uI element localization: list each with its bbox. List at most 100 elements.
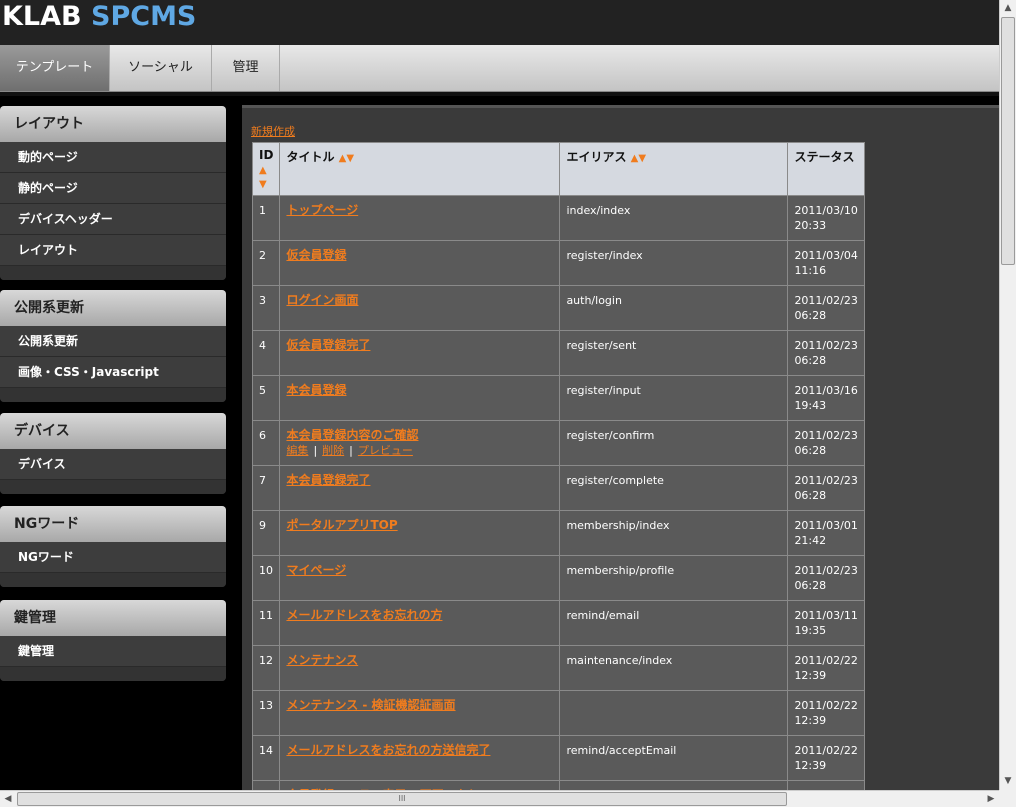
table-row: 13 メンテナンス - 検証機認証画面 2011/02/22 12:39 [251, 690, 865, 736]
status-date: 2011/02/22 [794, 654, 858, 667]
scrollbar-corner [999, 790, 1016, 807]
delete-link[interactable]: 削除 [322, 444, 344, 457]
cell-id: 11 [251, 600, 281, 646]
cell-alias: membership/profile [559, 555, 789, 601]
sidebar-item-dynamic-page[interactable]: 動的ページ [0, 142, 226, 173]
template-title-link[interactable]: メールアドレスをお忘れの方送信完了 [286, 743, 490, 757]
sidebar-item-ngword[interactable]: NGワード [0, 542, 226, 573]
status-date: 2011/03/10 [794, 204, 858, 217]
cell-id: 5 [251, 375, 281, 421]
status-time: 06:28 [794, 309, 827, 322]
cell-alias: register/complete [559, 465, 789, 511]
preview-link[interactable]: プレビュー [358, 444, 413, 457]
template-title-link[interactable]: 仮会員登録 [286, 248, 346, 262]
tab-social[interactable]: ソーシャル [110, 45, 212, 91]
sort-asc-icon[interactable]: ▲ [259, 165, 267, 176]
horizontal-scroll-thumb[interactable]: III [17, 792, 787, 806]
column-header-alias: エイリアス ▲▼ [559, 142, 789, 196]
scroll-up-icon[interactable]: ▲ [1000, 0, 1016, 17]
sidebar-footer [0, 266, 226, 280]
status-date: 2011/02/23 [794, 474, 858, 487]
cell-title: トップページ [279, 195, 561, 241]
template-title-link[interactable]: 本会員登録内容のご確認 [286, 428, 418, 442]
sidebar-item-publish-update[interactable]: 公開系更新 [0, 326, 226, 357]
cell-alias: remind/email [559, 600, 789, 646]
template-title-link[interactable]: メンテナンス [286, 653, 358, 667]
sidebar-item-assets[interactable]: 画像・CSS・Javascript [0, 357, 226, 388]
template-title-link[interactable]: ログイン画面 [286, 293, 358, 307]
cell-alias [559, 690, 789, 736]
sidebar-item-layout[interactable]: レイアウト [0, 235, 226, 266]
sidebar-item-device-header[interactable]: デバイスヘッダー [0, 204, 226, 235]
brand-logo[interactable]: KLAB SPCMS [2, 0, 196, 34]
tab-admin[interactable]: 管理 [212, 45, 280, 91]
scroll-left-icon[interactable]: ◀ [0, 791, 16, 807]
status-date: 2011/02/22 [794, 744, 858, 757]
action-separator: | [313, 444, 318, 457]
template-title-link[interactable]: トップページ [286, 203, 358, 217]
action-separator: | [349, 444, 353, 457]
cell-id: 12 [251, 645, 281, 691]
template-title-link[interactable]: 本会員登録 [286, 383, 346, 397]
table-header-row: ID ▲ ▼ タイトル ▲▼ エイリアス ▲▼ ステータス [251, 142, 865, 196]
template-title-link[interactable]: マイページ [286, 563, 346, 577]
cell-status: 2011/03/10 20:33 [787, 195, 865, 241]
sort-desc-icon[interactable]: ▼ [259, 179, 267, 190]
column-label: タイトル [286, 150, 335, 164]
status-time: 06:28 [794, 489, 827, 502]
cell-status: 2011/03/16 19:43 [787, 375, 865, 421]
vertical-scroll-thumb[interactable] [1001, 17, 1015, 265]
cell-id: 1 [251, 195, 281, 241]
main-panel: 新規作成 ID ▲ ▼ タイトル ▲▼ エイリアス ▲▼ ステータス 1 トップ… [242, 105, 999, 790]
template-title-link[interactable]: ポータルアプリTOP [286, 518, 397, 532]
cell-alias: membership/index [559, 510, 789, 556]
cell-status: 2011/02/22 12:39 [787, 735, 865, 781]
create-new-link[interactable]: 新規作成 [251, 123, 295, 139]
scroll-down-icon[interactable]: ▼ [1000, 773, 1016, 790]
nav-divider [0, 92, 999, 96]
cell-title: 本会員登録内容のご確認 編集 | 削除 | プレビュー [279, 420, 561, 466]
sidebar-footer [0, 667, 226, 681]
cell-id: 14 [251, 735, 281, 781]
sidebar-item-device[interactable]: デバイス [0, 449, 226, 480]
cell-title: 仮会員登録完了 [279, 330, 561, 376]
sidebar-footer [0, 388, 226, 402]
table-row: 10 マイページ membership/profile 2011/02/23 06:28 [251, 555, 865, 601]
table-body: 1 トップページ index/index 2011/03/10 20:33 2 仮会員登録 r… [251, 195, 865, 790]
template-title-link[interactable]: メールアドレスをお忘れの方 [286, 608, 442, 622]
cell-status: 2011/02/22 12:39 [787, 690, 865, 736]
template-title-link[interactable]: メンテナンス - 検証機認証画面 [286, 698, 455, 712]
cell-id: 13 [251, 690, 281, 736]
cell-alias: maintenance/index [559, 645, 789, 691]
sort-desc-icon[interactable]: ▼ [638, 153, 646, 164]
cell-status: 2011/03/04 11:16 [787, 240, 865, 286]
scroll-right-icon[interactable]: ▶ [983, 791, 999, 807]
vertical-scrollbar[interactable]: ▲ ▼ [999, 0, 1016, 790]
sidebar-item-key-management[interactable]: 鍵管理 [0, 636, 226, 667]
column-label: エイリアス [566, 150, 627, 164]
cell-status: 2011/02/23 06:28 [787, 330, 865, 376]
status-date: 2011/02/23 [794, 339, 858, 352]
cell-id: 15 [251, 780, 281, 790]
status-date: 2011/02/23 [794, 429, 858, 442]
tab-template[interactable]: テンプレート [0, 45, 110, 91]
edit-link[interactable]: 編集 [286, 444, 308, 457]
sidebar-item-static-page[interactable]: 静的ページ [0, 173, 226, 204]
template-title-link[interactable]: 仮会員登録完了 [286, 338, 370, 352]
column-label: ID [259, 148, 274, 162]
cell-status: 2011/03/01 21:42 [787, 510, 865, 556]
sort-desc-icon[interactable]: ▼ [346, 153, 354, 164]
status-time: 06:28 [794, 354, 827, 367]
table-row: 5 本会員登録 register/input 2011/03/16 19:43 [251, 375, 865, 421]
cell-title: メールアドレスをお忘れの方送信完了 [279, 735, 561, 781]
cell-status: 2011/02/23 06:28 [787, 555, 865, 601]
cell-alias: register/index [559, 240, 789, 286]
template-title-link[interactable]: 本会員登録完了 [286, 473, 370, 487]
cell-id: 9 [251, 510, 281, 556]
horizontal-scrollbar[interactable]: ◀ III ▶ [0, 790, 999, 807]
brand-product: SPCMS [91, 1, 197, 32]
cell-status: 2011/03/11 19:35 [787, 600, 865, 646]
cell-status: 2011/02/23 06:28 [787, 465, 865, 511]
cell-status: 2011/02/23 06:28 [787, 420, 865, 466]
cell-status: 2011/02/22 [787, 780, 865, 790]
